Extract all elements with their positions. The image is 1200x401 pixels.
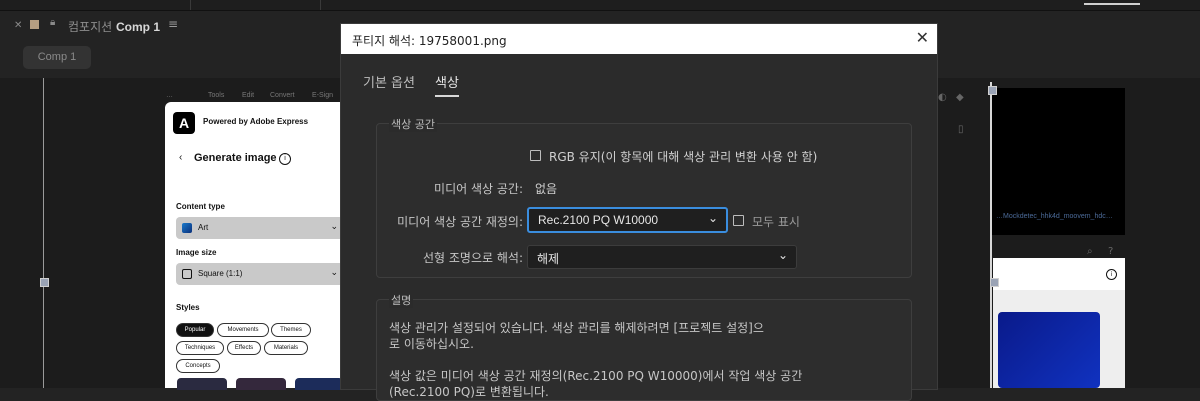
- linear-light-label: 선형 조명으로 해석:: [423, 251, 523, 265]
- chevron-down-icon: ⌄: [777, 248, 788, 262]
- description-group: 설명 색상 관리가 설정되어 있습니다. 색상 관리를 해제하려면 [프로젝트 …: [376, 292, 912, 401]
- style-chip[interactable]: Popular: [176, 323, 214, 337]
- bg-menu-item: Convert: [270, 92, 295, 99]
- description-text: 색상 값은 미디어 색상 공간 재정의(Rec.2100 PQ W10000)에…: [389, 369, 803, 383]
- group-title: 색상 공간: [389, 116, 437, 132]
- bg-menu-item: E-Sign: [312, 92, 334, 99]
- color-space-group: 색상 공간 RGB 유지(이 항목에 대해 색상 관리 변환 사용 안 함) 미…: [376, 116, 912, 278]
- styles-label: Styles: [176, 303, 200, 312]
- style-thumbnail[interactable]: [236, 378, 286, 390]
- content-type-value: Art: [198, 223, 209, 232]
- transform-handle[interactable]: [990, 278, 999, 287]
- top-panel-strip: [0, 0, 1200, 11]
- close-icon[interactable]: ✕: [916, 28, 929, 47]
- image-size-label: Image size: [176, 248, 217, 257]
- tab-color[interactable]: 색상: [435, 72, 459, 97]
- panel-tab-segment[interactable]: [0, 0, 191, 10]
- panel-tab-segment[interactable]: [190, 0, 321, 10]
- description-text: 색상 관리가 설정되어 있습니다. 색상 관리를 해제하려면 [프로젝트 설정]…: [389, 321, 764, 335]
- preserve-rgb-label: RGB 유지(이 항목에 대해 색상 관리 변환 사용 안 함): [549, 150, 818, 164]
- right-express-panel: i: [993, 258, 1125, 388]
- show-all-checkbox[interactable]: [733, 215, 744, 226]
- adobe-express-logo: A: [173, 112, 195, 134]
- tab-main-options[interactable]: 기본 옵션: [363, 72, 415, 91]
- generate-image-heading: Generate image: [194, 152, 277, 164]
- composition-panel-title: 컴포지션 Comp 1: [68, 20, 161, 34]
- layer-bound-line: [990, 82, 992, 388]
- style-chip[interactable]: Effects: [227, 341, 261, 355]
- preserve-rgb-checkbox[interactable]: [530, 150, 541, 161]
- style-thumbnail[interactable]: [177, 378, 227, 390]
- square-icon: [182, 269, 192, 279]
- content-type-dropdown[interactable]: Art ⌄: [176, 217, 344, 239]
- transform-handle[interactable]: [40, 278, 49, 287]
- preview-caption: …Mockdetec_hhk4d_moovem_hdc…: [996, 213, 1113, 220]
- lock-icon[interactable]: 🔒︎: [50, 17, 55, 28]
- override-color-space-label: 미디어 색상 공간 재정의:: [397, 215, 523, 229]
- image-size-value: Square (1:1): [198, 269, 243, 278]
- powered-by-text: Powered by Adobe Express: [203, 117, 309, 126]
- image-size-dropdown[interactable]: Square (1:1) ⌄: [176, 263, 344, 285]
- comp-navigator-tab[interactable]: Comp 1: [23, 46, 91, 69]
- style-chip[interactable]: Themes: [271, 323, 311, 337]
- art-icon: [182, 223, 192, 233]
- express-panel: A Powered by Adobe Express ‹ Generate im…: [165, 102, 345, 388]
- interpret-footage-dialog: 푸티지 해석: 19758001.png ✕ 기본 옵션 색상 색상 공간 RG…: [340, 23, 938, 401]
- dialog-title: 푸티지 해석: 19758001.png: [352, 34, 507, 48]
- description-text: (Rec.2100 PQ)로 변환됩니다.: [389, 385, 549, 399]
- chevron-down-icon: ⌄: [330, 221, 338, 231]
- group-title: 설명: [389, 292, 414, 308]
- transform-handle[interactable]: [988, 86, 997, 95]
- content-type-label: Content type: [176, 202, 225, 211]
- help-icon[interactable]: ?: [1108, 246, 1113, 257]
- info-icon[interactable]: i: [279, 153, 291, 165]
- show-all-label: 모두 표시: [752, 215, 800, 229]
- bg-menu-item: …: [166, 92, 173, 99]
- label-color-swatch[interactable]: [30, 20, 39, 29]
- linear-light-select[interactable]: 해제 ⌄: [527, 245, 797, 269]
- info-icon[interactable]: i: [1106, 269, 1117, 280]
- media-color-space-value: 없음: [535, 182, 558, 196]
- layer-bound-line: [43, 78, 44, 388]
- close-icon[interactable]: ✕: [14, 20, 22, 31]
- settings-icon[interactable]: ◐: [938, 92, 947, 103]
- override-color-space-select[interactable]: Rec.2100 PQ W10000 ⌄: [527, 207, 728, 233]
- style-chip[interactable]: Techniques: [176, 341, 224, 355]
- style-chip[interactable]: Materials: [264, 341, 308, 355]
- style-chip[interactable]: Concepts: [176, 359, 220, 373]
- hamburger-icon[interactable]: ≡: [168, 17, 178, 31]
- chevron-down-icon: ⌄: [707, 211, 718, 225]
- override-color-space-value: Rec.2100 PQ W10000: [538, 213, 659, 227]
- style-thumbnail[interactable]: [295, 378, 343, 390]
- bg-menu-item: Edit: [242, 92, 255, 99]
- linear-light-value: 해제: [537, 252, 560, 266]
- media-color-space-label: 미디어 색상 공간:: [434, 182, 523, 196]
- chevron-down-icon: ⌄: [330, 267, 338, 277]
- dialog-title-bar: 푸티지 해석: 19758001.png ✕: [341, 24, 937, 54]
- generated-image-thumbnail[interactable]: [998, 312, 1100, 388]
- bg-menu-item: Tools: [208, 92, 225, 99]
- scroll-icon[interactable]: ▯: [958, 124, 964, 135]
- bell-icon[interactable]: ◆: [956, 92, 964, 103]
- search-icon[interactable]: ⌕: [1087, 246, 1093, 257]
- chevron-left-icon[interactable]: ‹: [179, 152, 182, 163]
- style-chip[interactable]: Movements: [217, 323, 269, 337]
- active-workspace-indicator: [1084, 3, 1140, 5]
- description-text: 로 이동하십시오.: [389, 337, 474, 351]
